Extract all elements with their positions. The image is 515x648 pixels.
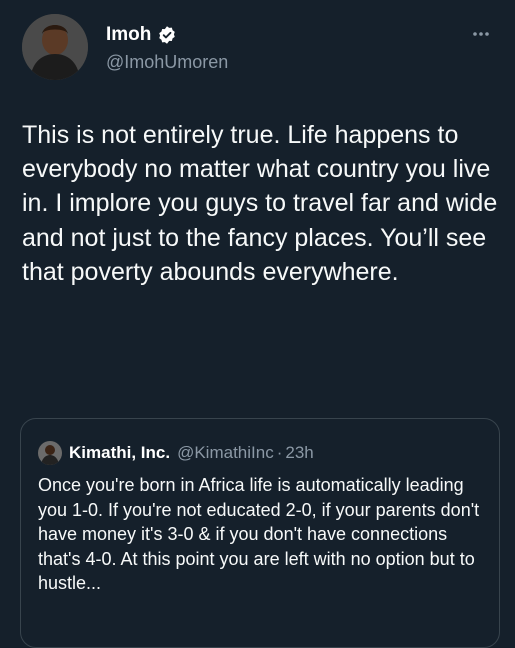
verified-badge-icon — [157, 25, 177, 45]
quoted-avatar-image — [38, 441, 62, 465]
author-name-row: Imoh — [106, 24, 177, 46]
tweet-card: Imoh @ImohUmoren This is not entirely tr… — [0, 0, 515, 648]
quoted-timestamp[interactable]: 23h — [285, 443, 313, 463]
quoted-tweet-header: Kimathi, Inc. @KimathiInc · 23h — [38, 441, 314, 465]
quoted-separator: · — [276, 443, 283, 462]
tweet-text: This is not entirely true. Life happens … — [22, 121, 505, 286]
quoted-author-name[interactable]: Kimathi, Inc. — [69, 443, 170, 463]
quoted-author-avatar[interactable] — [38, 441, 62, 465]
more-options-icon[interactable] — [469, 26, 493, 42]
author-name[interactable]: Imoh — [106, 24, 151, 46]
quoted-author-handle[interactable]: @KimathiInc — [177, 443, 274, 463]
quoted-tweet[interactable]: Kimathi, Inc. @KimathiInc · 23h Once you… — [20, 418, 500, 648]
author-avatar[interactable] — [22, 14, 88, 80]
avatar-image — [22, 14, 88, 80]
author-handle[interactable]: @ImohUmoren — [106, 52, 228, 73]
quoted-tweet-text: Once you're born in Africa life is autom… — [38, 475, 480, 594]
